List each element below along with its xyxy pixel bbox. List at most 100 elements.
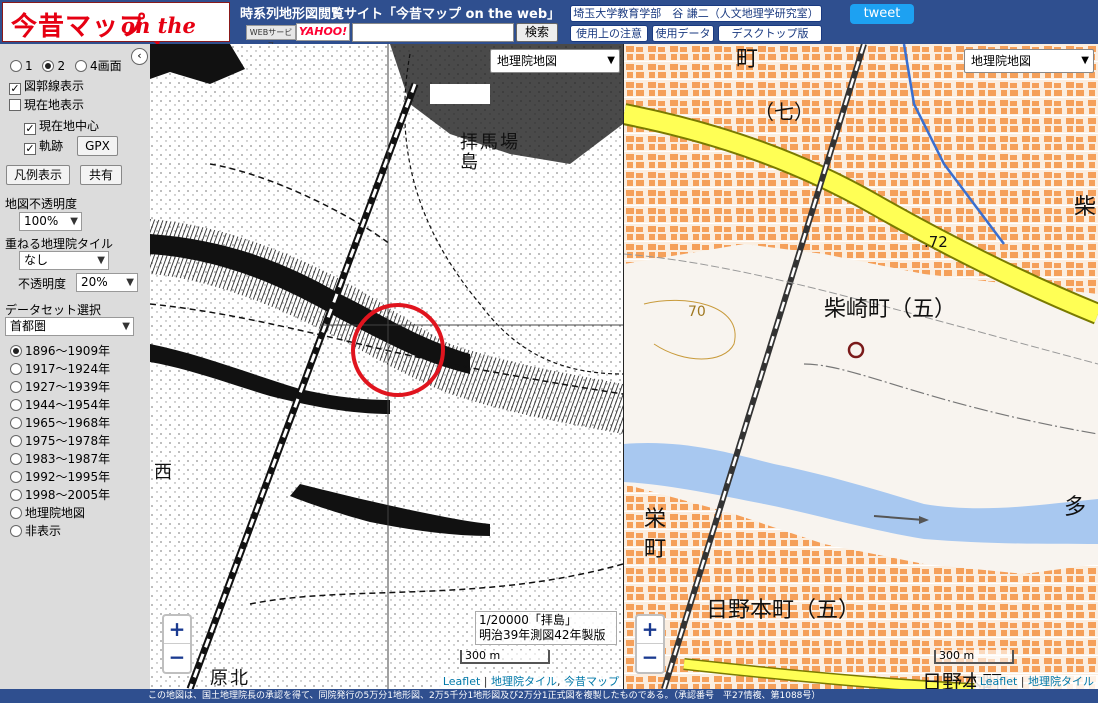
chevron-down-icon: ▼ (607, 55, 615, 66)
modern-map-canvas[interactable]: 柴崎町（五） 日野本町（五） 町 （七） 栄 町 多 柴 .72 70 日野本町 (624, 44, 1098, 689)
show-grid-checkbox[interactable]: ✓ 図郭線表示 (9, 77, 84, 95)
gsi-tile-link[interactable]: 地理院タイル (1028, 675, 1094, 688)
overlay-select[interactable]: なし ▼ (19, 251, 109, 270)
zoom-in-button[interactable]: + (637, 616, 663, 644)
historical-map-canvas[interactable]: 拝 島 馬 場 西 原 北 (150, 44, 623, 689)
chevron-down-icon: ▼ (97, 255, 105, 266)
tweet-button[interactable]: tweet (850, 4, 914, 24)
chevron-down-icon: ▼ (122, 321, 130, 332)
screen-option-4[interactable]: 4画面 (74, 59, 122, 73)
chevron-down-icon: ▼ (70, 216, 78, 227)
copyright-footer: この地図は、国土地理院長の承認を得て、同院発行の5万分1地形図、2万5千分1地形… (0, 689, 1098, 703)
place-label: 北 (230, 668, 248, 689)
leaflet-link[interactable]: Leaflet (443, 675, 480, 688)
place-label: 馬 (480, 132, 498, 153)
period-option[interactable]: 1896～1909年 (10, 342, 110, 360)
checkmark-icon: ✓ (24, 122, 36, 135)
radio-icon (10, 399, 22, 411)
place-label: 島 (460, 152, 478, 173)
radio-selected-icon (42, 60, 55, 72)
radio-selected-icon (10, 345, 22, 357)
radio-icon (10, 525, 22, 537)
right-layer-select[interactable]: 地理院地図 ▼ (964, 49, 1094, 73)
checkbox-icon (9, 99, 21, 111)
area-label: 日野本町（五） (706, 598, 860, 623)
site-logo[interactable]: 今昔マップ on the web (2, 2, 230, 63)
area-label: 栄 (644, 507, 666, 532)
checkmark-icon: ✓ (24, 142, 36, 155)
map-sheet-caption: 1/20000「拝島」 明治39年測図42年製版 (475, 611, 617, 645)
period-option[interactable]: 1917～1924年 (10, 360, 110, 378)
radio-icon (10, 489, 22, 501)
checkmark-icon: ✓ (9, 82, 21, 95)
radio-icon (10, 507, 22, 519)
left-layer-select[interactable]: 地理院地図 ▼ (490, 49, 620, 73)
gsi-tile-link[interactable]: 地理院タイル (491, 675, 557, 688)
screen-option-1[interactable]: 1 (10, 59, 33, 73)
gpx-button[interactable]: GPX (77, 136, 118, 156)
area-label: 柴 (1074, 195, 1096, 220)
radio-icon (74, 60, 87, 72)
opacity-select[interactable]: 100% ▼ (19, 212, 82, 231)
right-zoom-control: + − (635, 614, 665, 674)
data-link[interactable]: 使用データ (652, 25, 714, 42)
period-option[interactable]: 1975～1978年 (10, 432, 110, 450)
search-button[interactable]: 検索 (516, 23, 558, 42)
area-label: 柴崎町（五） (824, 297, 956, 322)
chevron-down-icon: ▼ (126, 277, 134, 288)
place-label: 原 (210, 668, 228, 689)
zoom-out-button[interactable]: − (164, 644, 190, 672)
overlay-opacity-label: 不透明度 (18, 277, 67, 291)
elevation-label: .72 (924, 233, 948, 251)
area-label: 町 (644, 537, 666, 562)
web-service-badge[interactable]: WEBサービス (246, 25, 296, 50)
period-option[interactable]: 1944～1954年 (10, 396, 110, 414)
period-option[interactable]: 地理院地図 (10, 504, 85, 522)
search-input[interactable] (352, 23, 514, 42)
period-option[interactable]: 1965～1968年 (10, 414, 110, 432)
dataset-select[interactable]: 首都圏 ▼ (5, 317, 134, 336)
place-label: 拝 (460, 132, 478, 153)
author-link[interactable]: 埼玉大学教育学部 谷 謙二（人文地理学研究室） (570, 5, 822, 22)
period-option[interactable]: 非表示 (10, 522, 61, 540)
collapse-icon[interactable]: ‹ (131, 48, 148, 65)
area-label: 町 (736, 47, 758, 72)
sidebar: ‹ 1 2 4画面 ✓ 図郭線表示 現在地表示 ✓ 現在地中心 ✓ 軌跡 GPX 凡例… (0, 44, 150, 689)
yahoo-logo[interactable]: YAHOO! (296, 23, 350, 41)
radio-icon (10, 363, 22, 375)
right-attribution: Leaflet | 地理院タイル (975, 675, 1098, 689)
overlay-opacity-select[interactable]: 20% ▼ (76, 273, 138, 292)
period-option[interactable]: 1927～1939年 (10, 378, 110, 396)
right-scale-bar: 300 m (934, 650, 1014, 664)
desktop-link[interactable]: デスクトップ版 (718, 25, 822, 42)
radio-icon (10, 453, 22, 465)
konjaku-link[interactable]: 今昔マップ (564, 675, 619, 688)
legend-button[interactable]: 凡例表示 (6, 165, 70, 185)
left-zoom-control: + − (162, 614, 192, 674)
zoom-in-button[interactable]: + (164, 616, 190, 644)
radio-icon (10, 417, 22, 429)
track-checkbox[interactable]: ✓ 軌跡 (24, 137, 63, 155)
site-title: 時系列地形図閲覧サイト「今昔マップ on the web」 (240, 7, 561, 22)
contour-label: 70 (688, 304, 706, 320)
show-location-checkbox[interactable]: 現在地表示 (9, 96, 84, 114)
header-bar: 今昔マップ on the web 時系列地形図閲覧サイト「今昔マップ on th… (0, 0, 1098, 63)
notice-link[interactable]: 使用上の注意 (570, 25, 648, 42)
map-right-modern[interactable]: 柴崎町（五） 日野本町（五） 町 （七） 栄 町 多 柴 .72 70 日野本町… (624, 44, 1098, 689)
zoom-out-button[interactable]: − (637, 644, 663, 672)
share-button[interactable]: 共有 (80, 165, 122, 185)
period-option[interactable]: 1983～1987年 (10, 450, 110, 468)
leaflet-link[interactable]: Leaflet (980, 675, 1017, 688)
period-option[interactable]: 1998～2005年 (10, 486, 110, 504)
screen-option-2[interactable]: 2 (42, 59, 65, 73)
radio-icon (10, 381, 22, 393)
place-label: 西 (154, 462, 172, 483)
dataset-label: データセット選択 (5, 303, 102, 317)
chevron-down-icon: ▼ (1081, 55, 1089, 66)
map-left-historical[interactable]: 拝 島 馬 場 西 原 北 地理院地図 ▼ + − 1/20000「拝島」 明治3… (150, 44, 623, 689)
center-location-checkbox[interactable]: ✓ 現在地中心 (24, 117, 99, 135)
overlay-label: 重ねる地理院タイル (5, 237, 114, 251)
period-option[interactable]: 1992～1995年 (10, 468, 110, 486)
left-attribution: Leaflet | 地理院タイル, 今昔マップ (438, 675, 623, 689)
place-label: 場 (500, 132, 518, 153)
